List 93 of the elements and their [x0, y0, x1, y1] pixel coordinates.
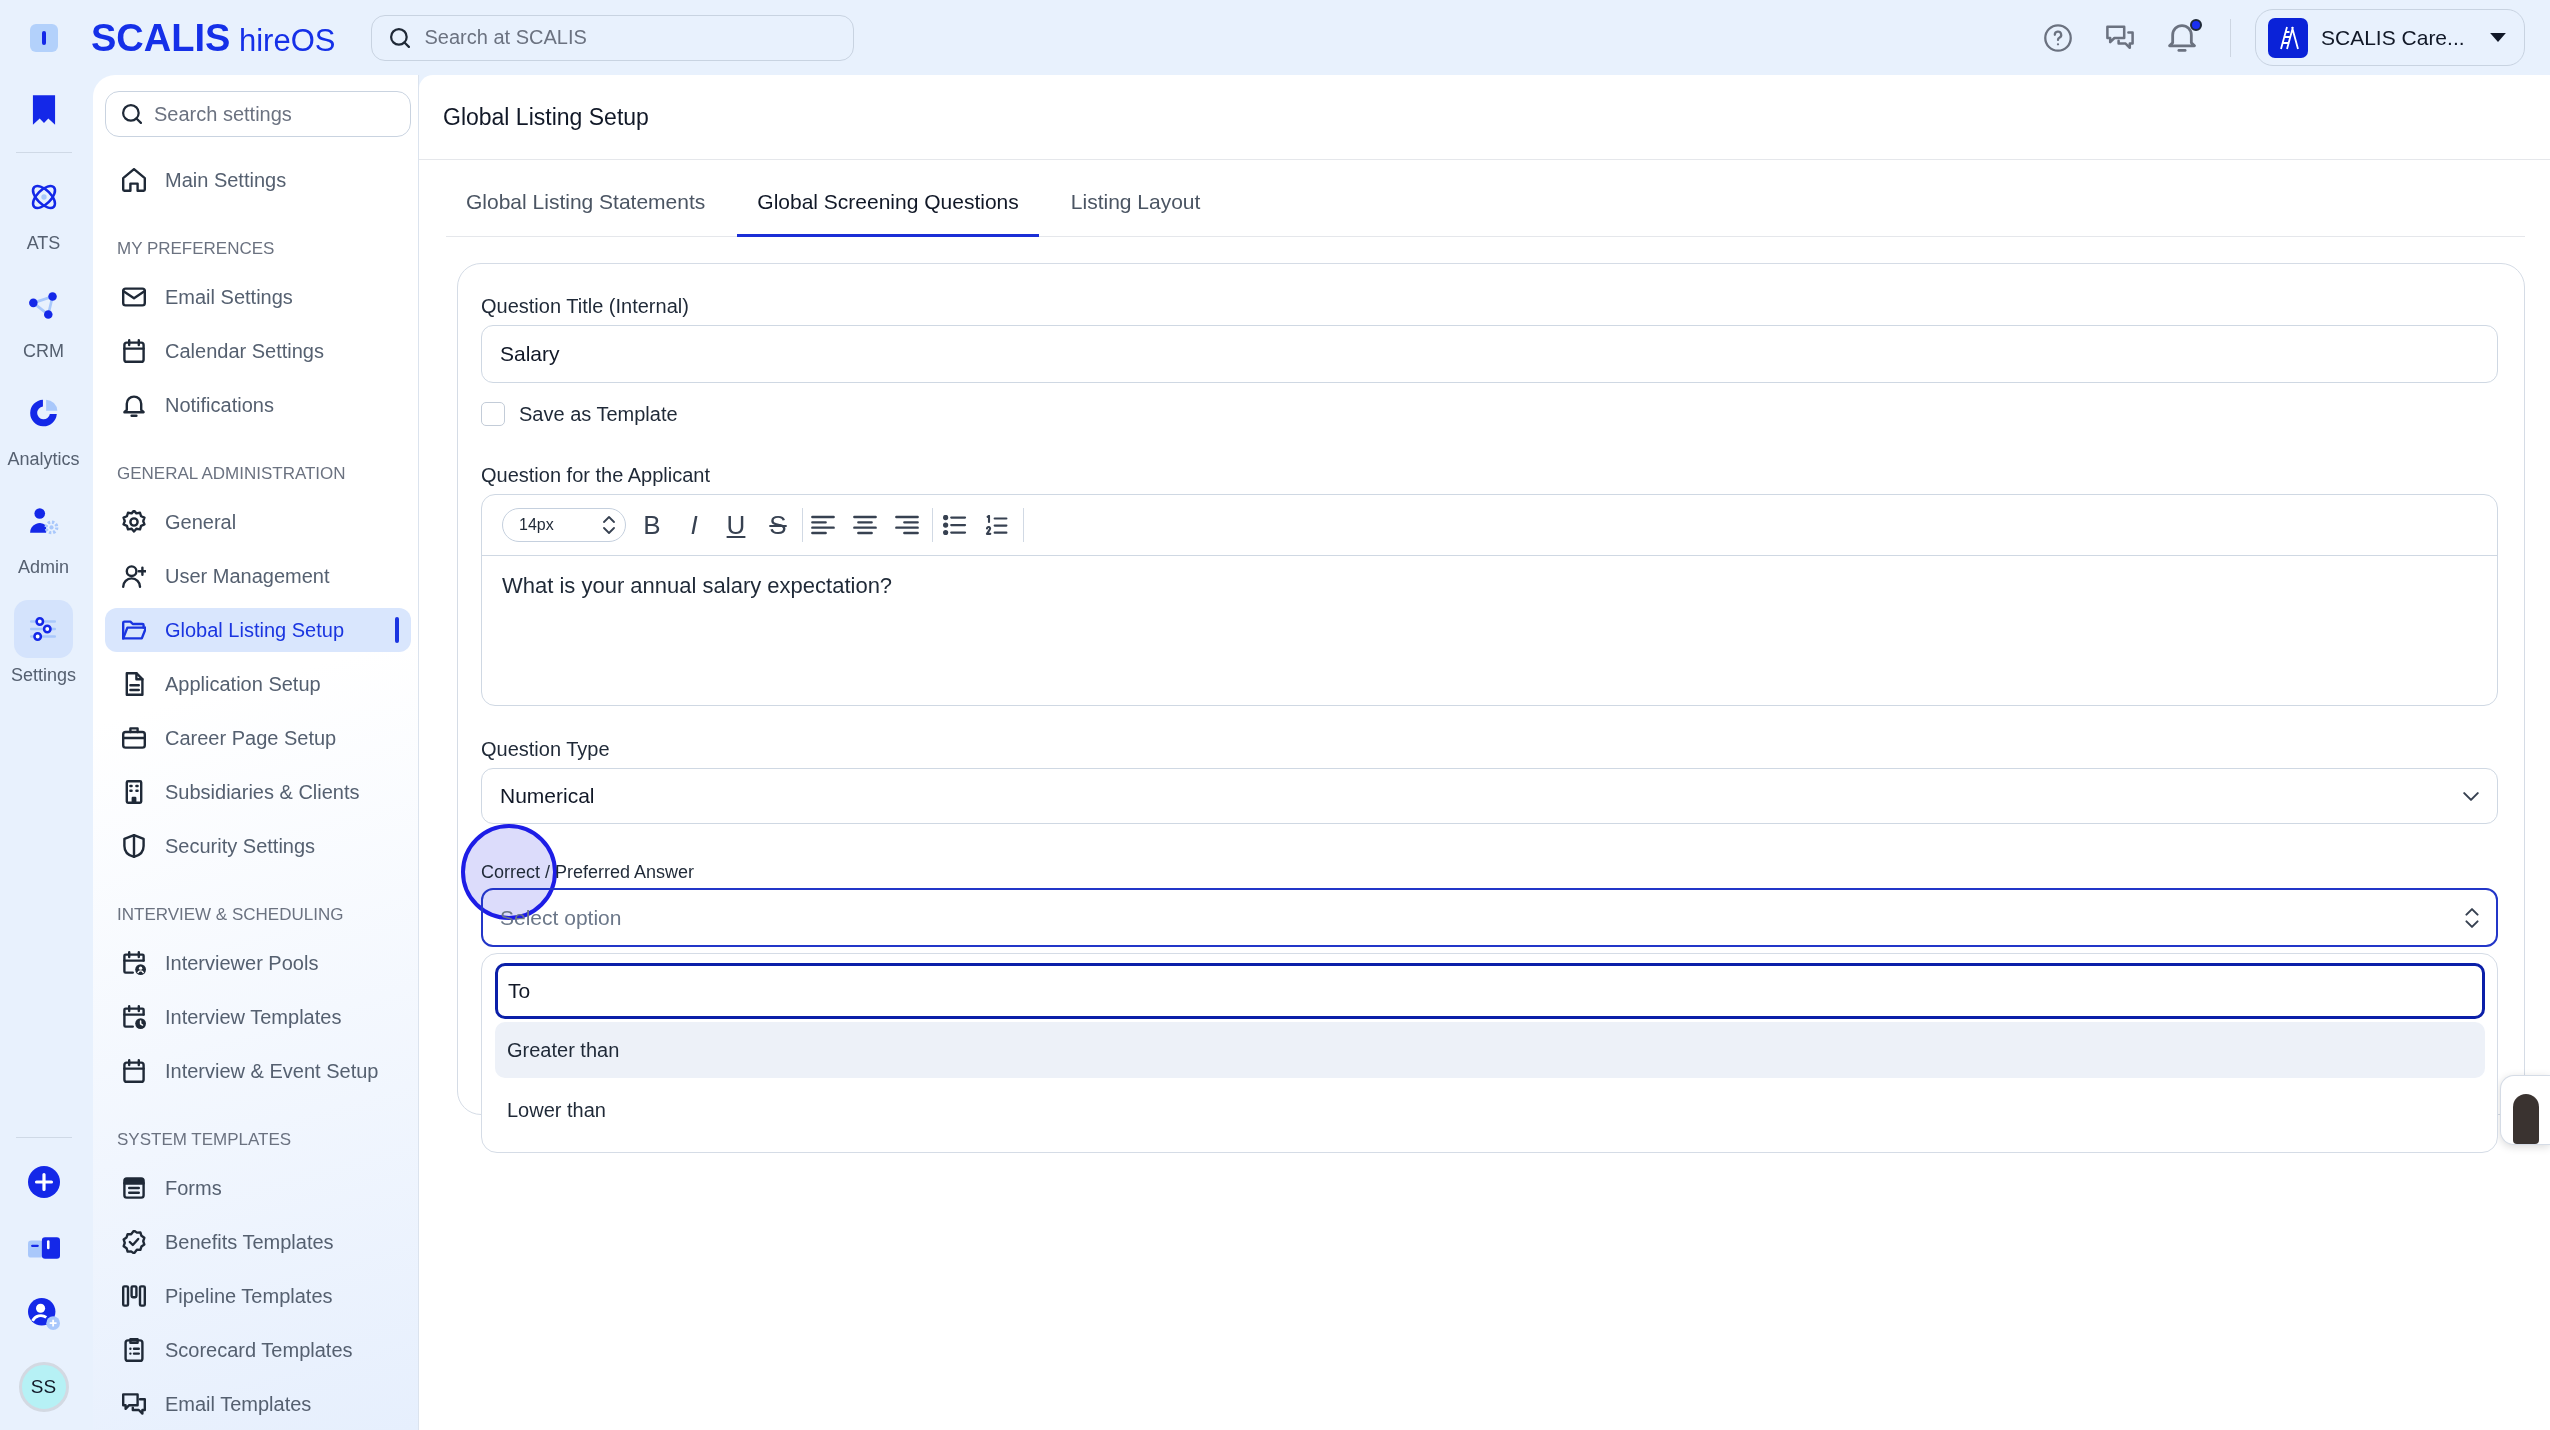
- nav-item[interactable]: Main Settings: [105, 158, 411, 202]
- text-area[interactable]: What is your annual salary expectation?: [482, 556, 2497, 705]
- tab[interactable]: Listing Layout: [1050, 170, 1221, 237]
- nav-item[interactable]: Interview Templates: [105, 995, 411, 1039]
- section-heading: GENERAL ADMINISTRATION: [116, 463, 347, 485]
- nav-item[interactable]: Subsidiaries & Clients: [105, 770, 411, 814]
- nav-item[interactable]: Scorecard Templates: [105, 1328, 411, 1372]
- badge-check-icon: [122, 1230, 146, 1254]
- nav-item[interactable]: Forms: [105, 1166, 411, 1210]
- nav-item[interactable]: Email Templates: [105, 1382, 411, 1426]
- clipboard-icon: [122, 1338, 146, 1362]
- bell-icon[interactable]: [2168, 23, 2196, 52]
- select-field[interactable]: Numerical: [481, 768, 2498, 824]
- folder-icon: [122, 618, 146, 642]
- add-icon[interactable]: [27, 1166, 60, 1198]
- up-down-chevron-icon: [2465, 907, 2479, 928]
- dropdown-option[interactable]: Greater than: [495, 1022, 2485, 1078]
- help-icon[interactable]: [2044, 23, 2072, 52]
- search-field[interactable]: Search at SCALIS: [371, 14, 855, 61]
- photo-placeholder: [2512, 1094, 2539, 1144]
- form-icon: [122, 1176, 146, 1200]
- rail-nav-item[interactable]: CRM: [14, 276, 73, 362]
- nav-item[interactable]: Interview & Event Setup: [105, 1049, 411, 1093]
- calendar-person-icon: [122, 951, 146, 975]
- user-add-icon[interactable]: [27, 1298, 60, 1330]
- account-switcher[interactable]: SCALIS Care...: [2255, 9, 2525, 66]
- search-icon: [122, 104, 142, 124]
- nav-item[interactable]: Notifications: [105, 383, 411, 427]
- nav-item[interactable]: Career Page Setup: [105, 716, 411, 760]
- strikethrough-button[interactable]: S: [760, 507, 796, 543]
- search-field[interactable]: Search settings: [105, 91, 411, 137]
- calendar-clock-icon: [122, 1005, 146, 1029]
- chevron-down-icon: [2463, 791, 2479, 801]
- mail-icon: [122, 285, 146, 309]
- section-heading: INTERVIEW & SCHEDULING: [116, 904, 345, 926]
- bullet-list-icon[interactable]: [943, 515, 967, 535]
- align-right-icon[interactable]: [895, 515, 919, 535]
- field-label: Question Type: [481, 737, 611, 762]
- input-field[interactable]: Salary: [481, 325, 2498, 383]
- chat-bubbles-icon: [122, 1392, 146, 1416]
- select-field[interactable]: Select option: [481, 888, 2498, 947]
- nav-item[interactable]: Calendar Settings: [105, 329, 411, 373]
- nav-item[interactable]: Application Setup: [105, 662, 411, 706]
- user-gear-icon: [27, 505, 60, 537]
- nav-item[interactable]: Interviewer Pools: [105, 941, 411, 985]
- shield-icon: [122, 834, 146, 858]
- bell-icon: [122, 393, 146, 417]
- home-icon: [122, 168, 146, 192]
- rail-nav-item[interactable]: Admin: [14, 492, 73, 578]
- rail-nav-item[interactable]: ATS: [14, 168, 73, 254]
- bold-button[interactable]: B: [634, 507, 670, 543]
- nav-item[interactable]: User Management: [105, 554, 411, 598]
- user-plus-icon: [122, 564, 146, 588]
- chat-icon[interactable]: [2106, 23, 2134, 52]
- calendar-icon: [122, 339, 146, 363]
- align-left-icon[interactable]: [811, 515, 835, 535]
- columns-icon: [122, 1284, 146, 1308]
- dropdown-option[interactable]: Lower than: [495, 1082, 2485, 1138]
- nav-item[interactable]: Pipeline Templates: [105, 1274, 411, 1318]
- pie-chart-icon: [27, 397, 60, 429]
- page-title: Global Listing Setup: [443, 103, 649, 131]
- nav-item[interactable]: Email Settings: [105, 275, 411, 319]
- nav-item[interactable]: Security Settings: [105, 824, 411, 868]
- gear-icon: [122, 510, 146, 534]
- underline-button[interactable]: U: [718, 507, 754, 543]
- tab[interactable]: Global Listing Statements: [446, 170, 726, 237]
- caret-down-icon: [2490, 33, 2506, 42]
- up-down-chevron-icon: [603, 516, 615, 534]
- chat-widget[interactable]: [2500, 1075, 2550, 1145]
- align-center-icon[interactable]: [853, 515, 877, 535]
- rail-nav-item[interactable]: Analytics: [7, 384, 80, 470]
- search-field[interactable]: To: [495, 963, 2485, 1019]
- tab[interactable]: Global Screening Questions: [737, 170, 1039, 237]
- briefcase-icon: [122, 726, 146, 750]
- nav-item[interactable]: General: [105, 500, 411, 544]
- field-label: Question Title (Internal): [481, 294, 690, 319]
- nav-item[interactable]: Global Listing Setup: [105, 608, 411, 652]
- checkbox-label: Save as Template: [519, 402, 678, 426]
- calendar-icon: [122, 1059, 146, 1083]
- italic-button[interactable]: I: [676, 507, 712, 543]
- checkbox[interactable]: [481, 402, 505, 426]
- user-avatar[interactable]: SS: [18, 1362, 69, 1412]
- numbered-list-icon[interactable]: [985, 515, 1009, 535]
- field-label: Question for the Applicant: [481, 463, 712, 488]
- nav-item[interactable]: Benefits Templates: [105, 1220, 411, 1264]
- panel-toggle-icon[interactable]: [30, 23, 58, 52]
- search-icon: [390, 27, 411, 48]
- app-logo: SCALIS hireOS: [91, 18, 336, 57]
- bookmark-icon[interactable]: [30, 94, 57, 126]
- ladder-logo-icon: [2268, 17, 2308, 58]
- section-heading: MY PREFERENCES: [116, 238, 276, 260]
- network-icon: [27, 289, 60, 321]
- section-heading: SYSTEM TEMPLATES: [116, 1129, 293, 1151]
